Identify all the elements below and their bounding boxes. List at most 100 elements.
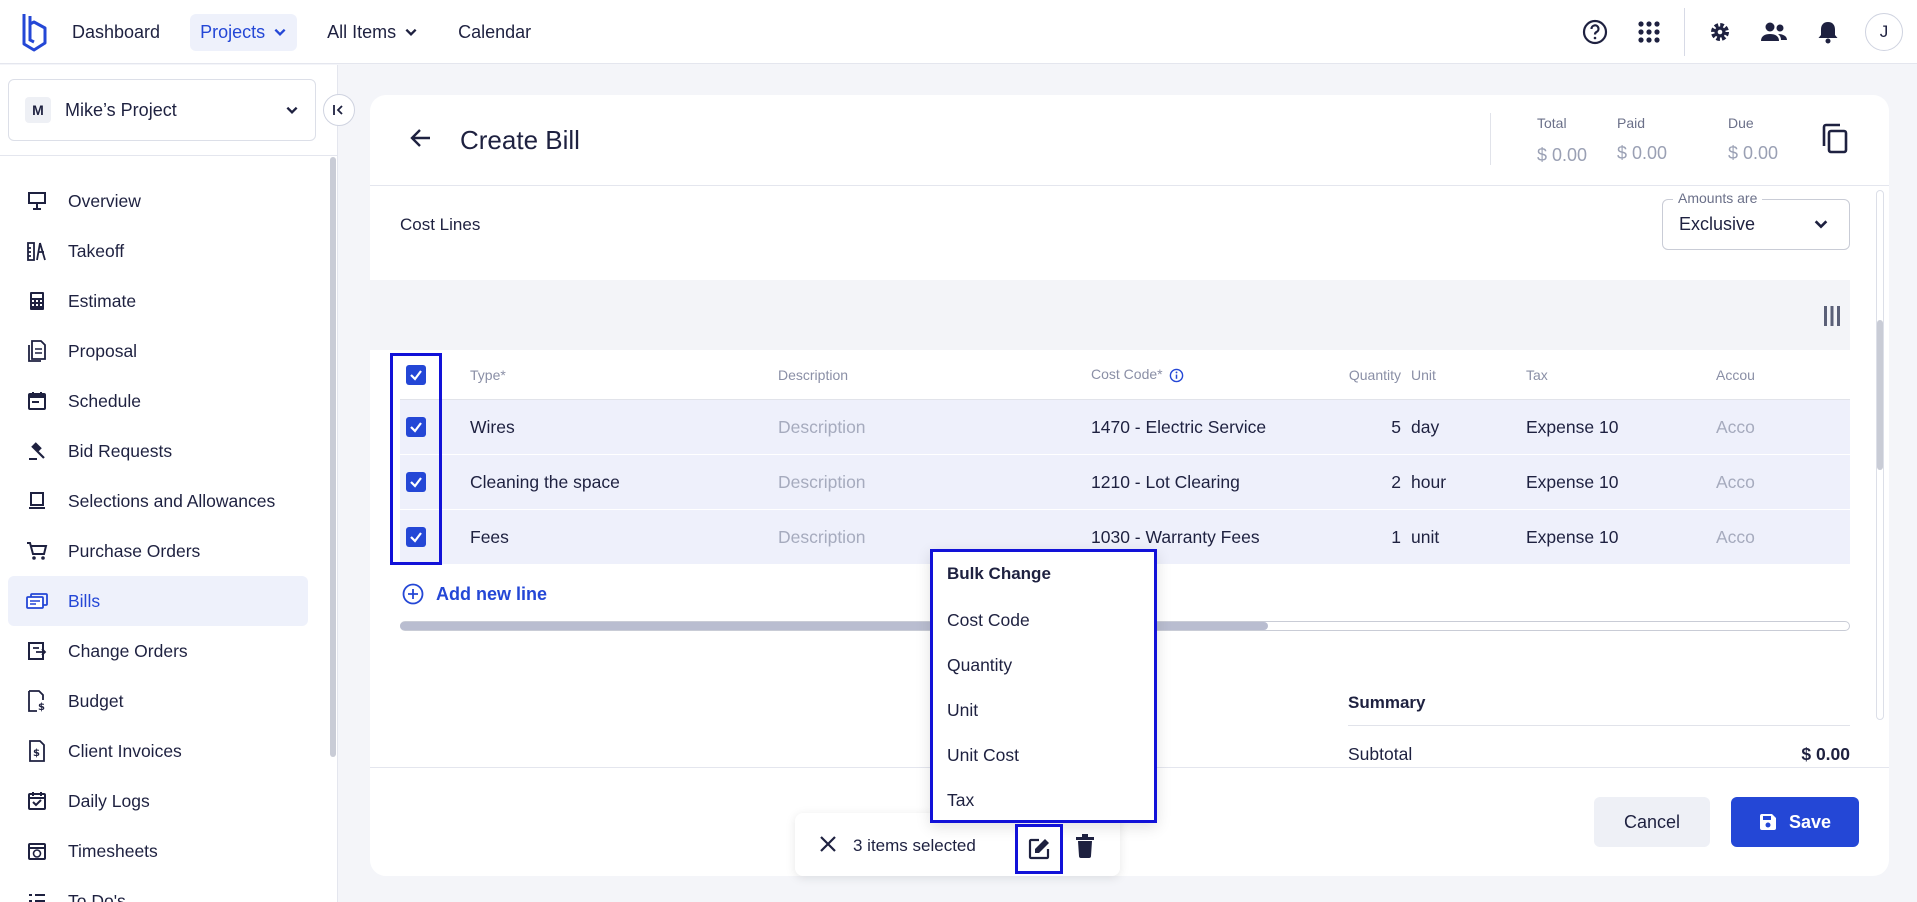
avatar-initial: J [1879, 22, 1889, 41]
team-icon[interactable] [1760, 18, 1788, 46]
info-icon[interactable] [1169, 368, 1184, 383]
cell-quantity[interactable]: 1 [1331, 527, 1401, 548]
cell-cost-code[interactable]: 1470 - Electric Service [1091, 417, 1331, 438]
close-icon[interactable] [819, 835, 837, 853]
cell-cost-code[interactable]: 1030 - Warranty Fees [1091, 527, 1331, 548]
sidebar-item-to-do-s[interactable]: To Do's [8, 876, 308, 902]
bulk-item-unit[interactable]: Unit [933, 688, 1154, 733]
table-row[interactable]: Wires Description 1470 - Electric Service 5… [400, 400, 1850, 455]
table-row[interactable]: Cleaning the space Description 1210 - Lot … [400, 455, 1850, 510]
save-label: Save [1788, 811, 1832, 832]
budget-icon: $ [26, 690, 48, 712]
collapse-sidebar-button[interactable] [323, 94, 355, 126]
app-logo-icon[interactable] [18, 10, 50, 52]
sidebar-item-selections-and-allowances[interactable]: Selections and Allowances [8, 476, 308, 526]
gear-icon[interactable] [1706, 18, 1734, 46]
bell-icon[interactable] [1814, 18, 1842, 46]
sidebar-item-schedule[interactable]: Schedule [8, 376, 308, 426]
cell-description[interactable]: Description [778, 417, 1091, 438]
cell-type[interactable]: Cleaning the space [470, 472, 778, 493]
cell-cost-code[interactable]: 1210 - Lot Clearing [1091, 472, 1331, 493]
sidebar-item-label: Selections and Allowances [68, 490, 276, 511]
sidebar-item-purchase-orders[interactable]: Purchase Orders [8, 526, 308, 576]
column-header-account[interactable]: Accou [1716, 367, 1756, 383]
bulk-item-cost-code[interactable]: Cost Code [933, 598, 1154, 643]
nav-dashboard-label: Dashboard [72, 21, 161, 42]
trash-icon[interactable] [1075, 834, 1095, 858]
sidebar-item-takeoff[interactable]: Takeoff [8, 226, 308, 276]
nav-dashboard[interactable]: Dashboard [62, 14, 170, 51]
add-circle-icon [402, 583, 424, 605]
help-icon[interactable] [1581, 18, 1609, 46]
cell-unit[interactable]: unit [1401, 527, 1526, 548]
due-value: $ 0.00 [1728, 143, 1779, 163]
cell-type[interactable]: Fees [470, 527, 778, 548]
sidebar-item-daily-logs[interactable]: Daily Logs [8, 776, 308, 826]
bulk-item-unit-cost[interactable]: Unit Cost [933, 733, 1154, 778]
cell-account[interactable]: Accou [1716, 472, 1756, 493]
save-button[interactable]: Save [1731, 797, 1859, 847]
nav-projects[interactable]: Projects [190, 13, 298, 51]
cell-type[interactable]: Wires [470, 417, 778, 438]
cancel-button[interactable]: Cancel [1594, 797, 1710, 847]
add-new-line-button[interactable]: Add new line [402, 583, 547, 605]
cost-lines-table: Type* Description Cost Code* Quantity Un… [400, 350, 1850, 565]
gavel-icon [26, 440, 48, 462]
summary-panel: Summary Subtotal $ 0.00 [1348, 693, 1850, 765]
scrollbar-thumb[interactable] [1877, 320, 1883, 470]
bulk-item-quantity[interactable]: Quantity [933, 643, 1154, 688]
column-header-cost-code-label: Cost Code* [1091, 366, 1163, 383]
cell-account[interactable]: Accou [1716, 527, 1756, 548]
column-header-cost-code[interactable]: Cost Code* [1091, 366, 1331, 383]
project-selector[interactable]: M Mike’s Project [8, 79, 316, 141]
sidebar-item-change-orders[interactable]: Change Orders [8, 626, 308, 676]
sidebar-item-bid-requests[interactable]: Bid Requests [8, 426, 308, 476]
cell-tax[interactable]: Expense 10 [1526, 527, 1716, 548]
bulk-item-tax[interactable]: Tax [933, 778, 1154, 823]
nav-calendar-label: Calendar [458, 21, 532, 42]
bulk-edit-button[interactable] [1015, 824, 1063, 874]
nav-all-items[interactable]: All Items [317, 14, 428, 51]
copy-icon[interactable] [1820, 123, 1850, 155]
sidebar-item-label: Bid Requests [68, 440, 173, 461]
total-stat: $ 0.00 [1537, 115, 1607, 166]
cell-description[interactable]: Description [778, 527, 1091, 548]
column-header-unit[interactable]: Unit [1401, 367, 1526, 383]
columns-icon[interactable] [1823, 305, 1841, 327]
cell-description[interactable]: Description [778, 472, 1091, 493]
cell-unit[interactable]: day [1401, 417, 1526, 438]
back-arrow-icon[interactable] [408, 125, 434, 151]
sidebar-item-budget[interactable]: $ Budget [8, 676, 308, 726]
floppy-disk-icon [1759, 814, 1776, 830]
amounts-are-select[interactable]: Amounts are Exclusive [1662, 190, 1850, 250]
ruler-icon [26, 240, 48, 262]
document-icon [26, 340, 48, 362]
calculator-icon [26, 290, 48, 312]
cell-tax[interactable]: Expense 10 [1526, 417, 1716, 438]
sidebar-scrollbar[interactable] [330, 157, 336, 757]
sidebar-item-label: Estimate [68, 290, 137, 311]
user-avatar[interactable]: J [1865, 13, 1903, 51]
cell-quantity[interactable]: 5 [1331, 417, 1401, 438]
cell-quantity[interactable]: 2 [1331, 472, 1401, 493]
sidebar-item-timesheets[interactable]: Timesheets [8, 826, 308, 876]
cell-account[interactable]: Accou [1716, 417, 1756, 438]
total-value: $ 0.00 [1537, 145, 1588, 165]
column-header-type[interactable]: Type* [470, 367, 778, 383]
sidebar-item-proposal[interactable]: Proposal [8, 326, 308, 376]
apps-grid-icon[interactable] [1635, 18, 1663, 46]
nav-calendar[interactable]: Calendar [448, 14, 541, 51]
sidebar-item-bills[interactable]: Bills [8, 576, 308, 626]
sidebar-item-client-invoices[interactable]: $ Client Invoices [8, 726, 308, 776]
cell-tax[interactable]: Expense 10 [1526, 472, 1716, 493]
svg-text:$: $ [33, 748, 40, 759]
column-header-quantity[interactable]: Quantity [1331, 367, 1401, 383]
sidebar-item-overview[interactable]: Overview [8, 176, 308, 226]
paid-value: $ 0.00 [1617, 143, 1668, 163]
log-icon [26, 790, 48, 812]
column-header-description[interactable]: Description [778, 367, 1091, 383]
column-header-tax[interactable]: Tax [1526, 367, 1716, 383]
sidebar-item-estimate[interactable]: Estimate [8, 276, 308, 326]
cell-unit[interactable]: hour [1401, 472, 1526, 493]
sidebar-item-label: Timesheets [68, 840, 158, 861]
